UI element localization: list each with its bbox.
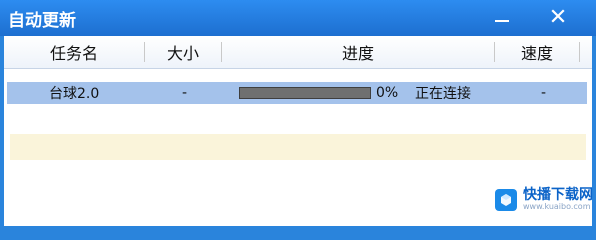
column-size[interactable]: 大小: [145, 36, 221, 68]
task-status: 正在连接: [415, 86, 471, 102]
task-row[interactable]: 台球2.0 - 0% 正在连接 -: [7, 82, 587, 104]
close-icon: [551, 9, 565, 23]
watermark-name: 快播下载网: [523, 187, 593, 203]
task-name-cell: 台球2.0: [49, 86, 100, 102]
progress-percent: 0%: [376, 85, 399, 101]
window-bottom-bar: [0, 226, 596, 240]
column-progress[interactable]: 进度: [222, 36, 494, 68]
watermark: 快播下载网 www.kuaibo.com: [495, 188, 593, 211]
task-speed-cell: -: [541, 85, 547, 101]
watermark-box-icon: [501, 193, 511, 206]
column-speed[interactable]: 速度: [495, 36, 579, 68]
table-header: 任务名 大小 进度 速度: [4, 36, 592, 69]
column-task-name[interactable]: 任务名: [4, 36, 144, 68]
progress-bar: [239, 87, 371, 99]
minimize-button[interactable]: [484, 3, 520, 29]
minimize-icon: [495, 20, 509, 22]
task-size-cell: -: [182, 85, 188, 101]
title-bar[interactable]: 自动更新: [0, 0, 596, 36]
close-button[interactable]: [540, 3, 576, 29]
watermark-url: www.kuaibo.com: [523, 202, 591, 211]
update-window: 自动更新 任务名 大小 进度 速度 台球2.0 - 0% 正在连接 - 快播下载…: [0, 0, 596, 240]
window-title: 自动更新: [8, 11, 76, 31]
watermark-logo-icon: [495, 188, 517, 211]
empty-row-band: [10, 134, 586, 160]
column-divider: [579, 42, 580, 62]
